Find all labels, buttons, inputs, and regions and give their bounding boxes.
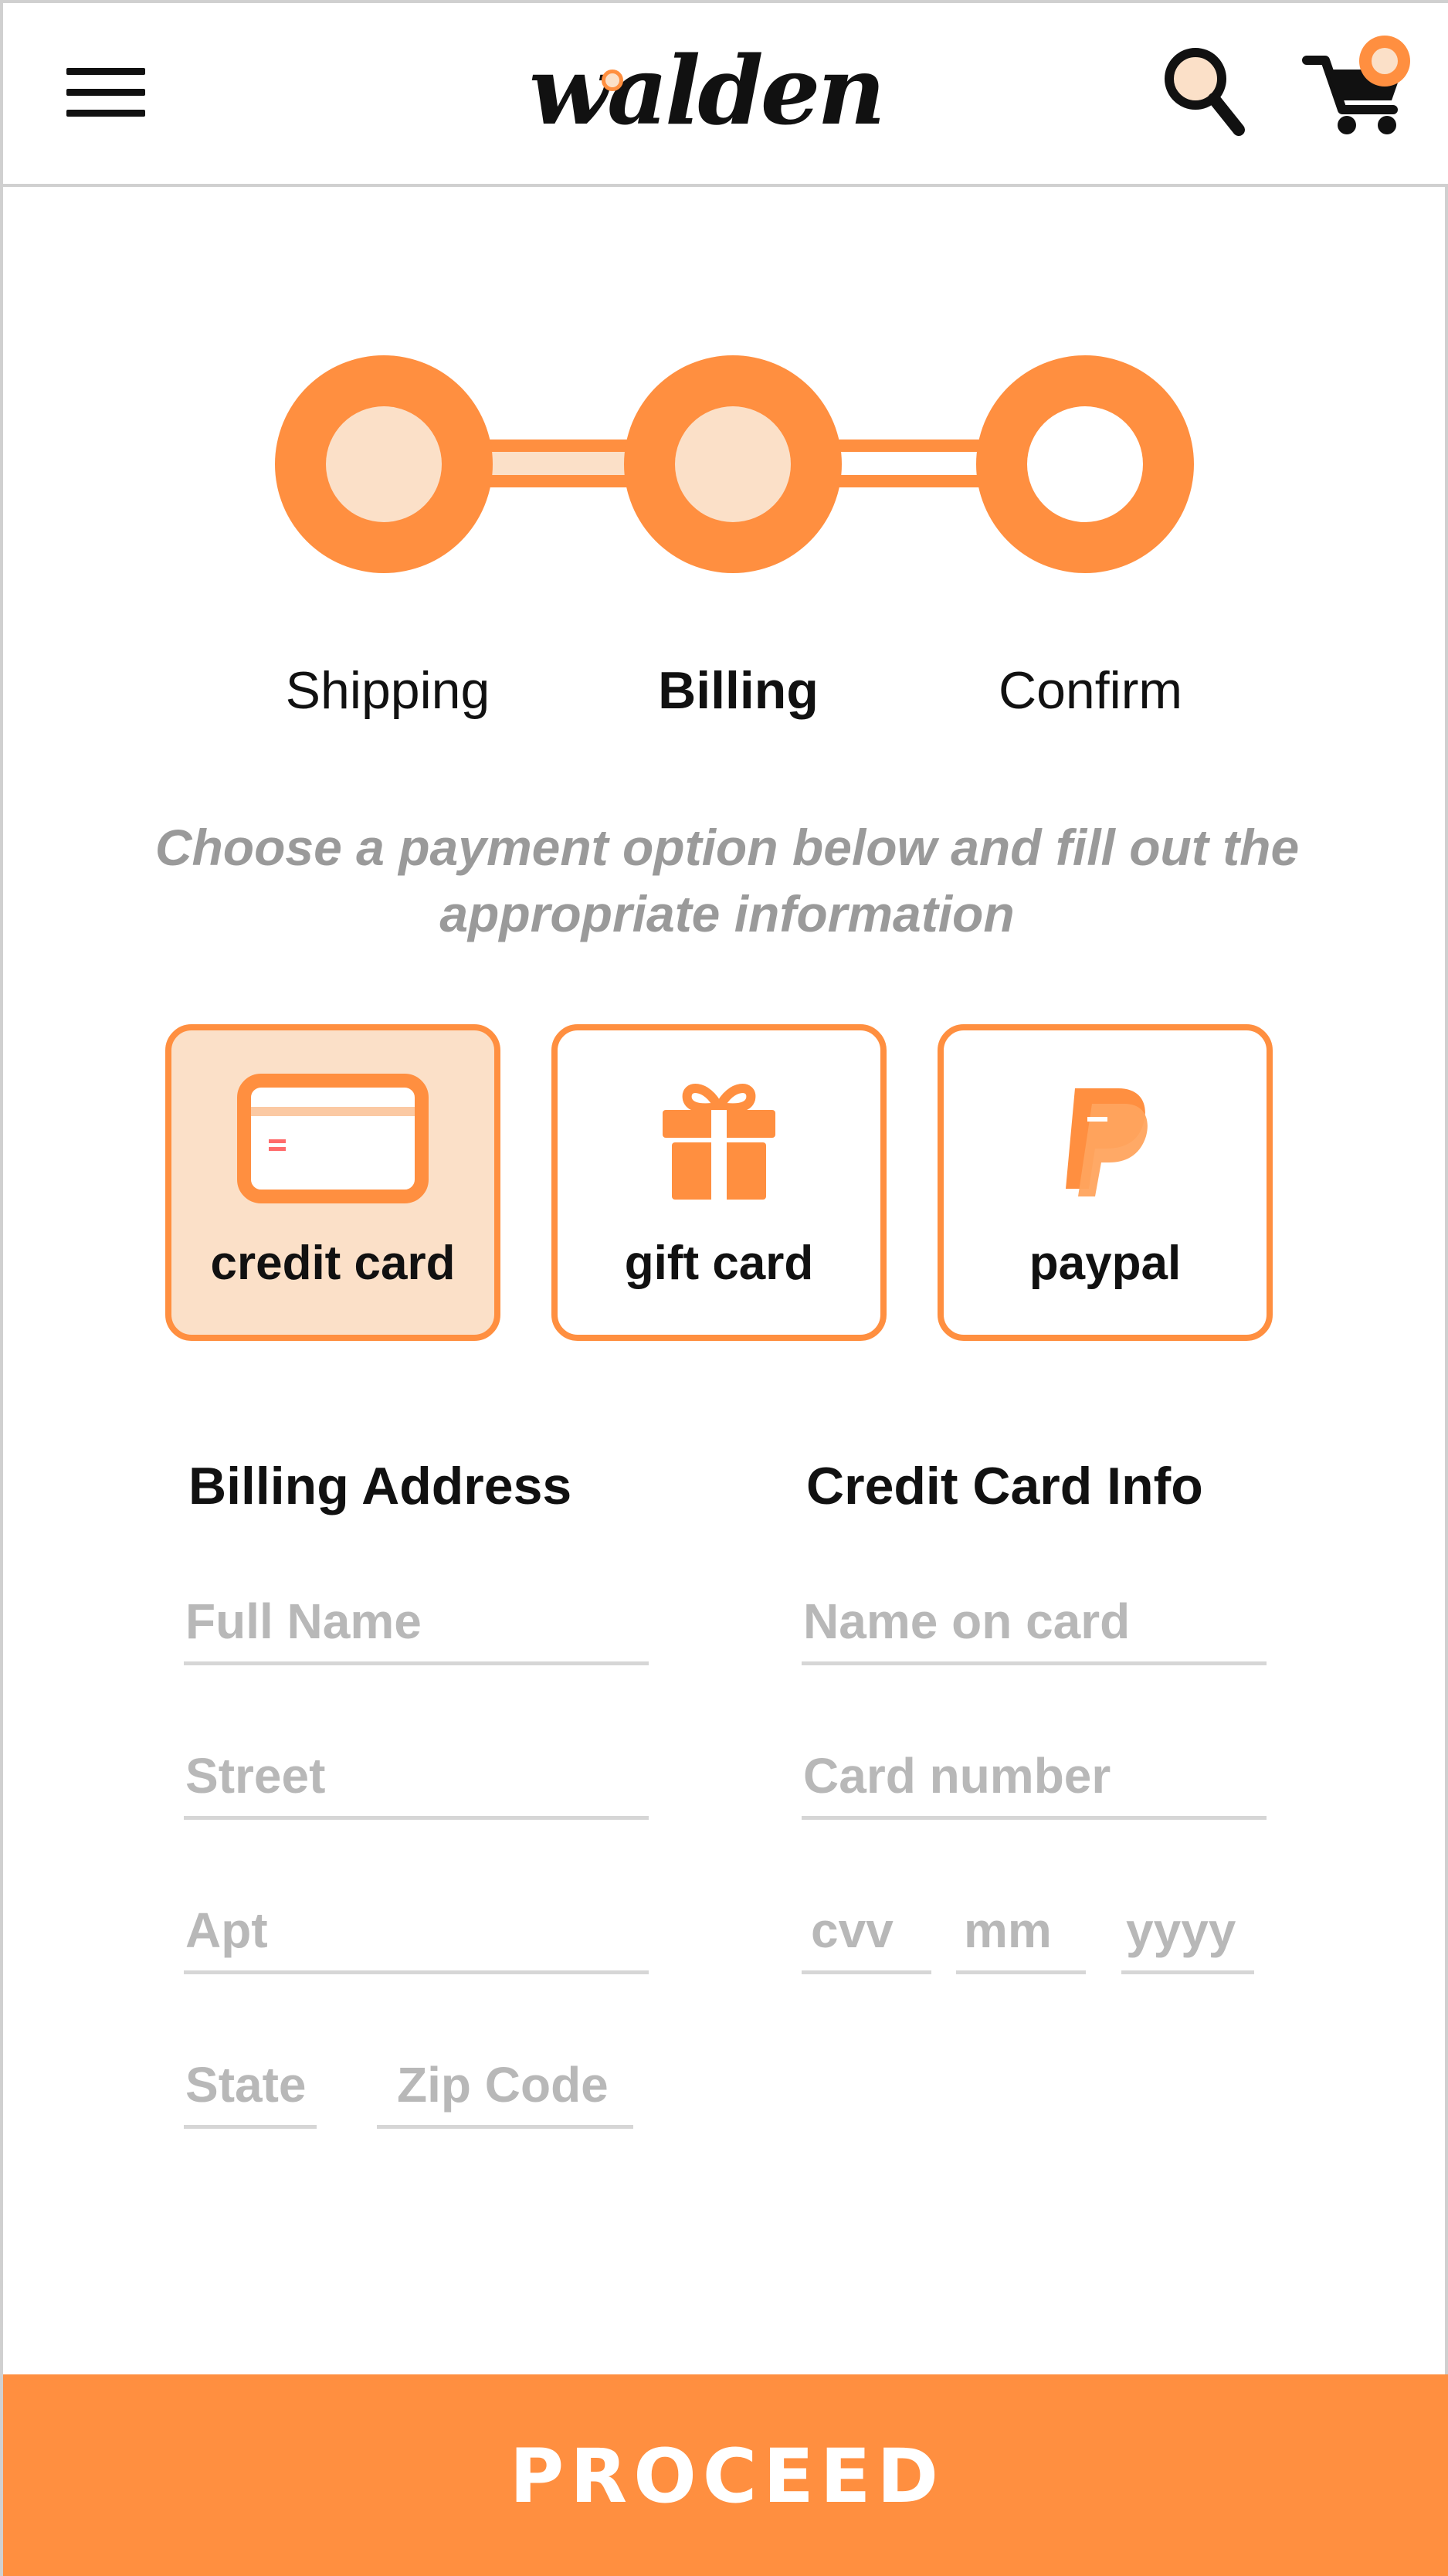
payment-option-credit-card[interactable]: credit card (165, 1024, 500, 1341)
search-icon[interactable] (1160, 43, 1245, 141)
zip-code-field[interactable] (377, 2044, 633, 2129)
top-header: walden (3, 3, 1448, 187)
checkout-stepper (3, 343, 1448, 590)
expiry-year-field[interactable] (1121, 1889, 1254, 1974)
payment-option-label: credit card (210, 1237, 456, 1290)
cvv-field[interactable] (802, 1889, 931, 1974)
billing-address-title: Billing Address (188, 1457, 572, 1515)
state-field[interactable] (184, 2044, 317, 2129)
step-label-confirm[interactable]: Confirm (951, 660, 1229, 721)
app-screen: walden Shipping Billing Confirm Choose a… (0, 0, 1448, 2576)
name-on-card-field[interactable] (802, 1580, 1267, 1665)
stepper-connector-upcoming (829, 440, 992, 487)
proceed-button[interactable]: PROCEED (3, 2374, 1448, 2576)
payment-option-paypal[interactable]: paypal (938, 1024, 1273, 1341)
stepper-connector-complete (483, 440, 636, 487)
logo-dot (602, 70, 623, 91)
step-shipping-node[interactable] (275, 355, 493, 573)
card-number-field[interactable] (802, 1735, 1267, 1820)
street-field[interactable] (184, 1735, 649, 1820)
full-name-field[interactable] (184, 1580, 649, 1665)
gift-icon (558, 1073, 880, 1204)
step-confirm-node[interactable] (976, 355, 1194, 573)
payment-option-gift-card[interactable]: gift card (551, 1024, 887, 1341)
payment-option-label: paypal (1029, 1237, 1182, 1290)
cart-badge (1359, 36, 1410, 87)
step-billing-node[interactable] (624, 355, 842, 573)
step-label-shipping[interactable]: Shipping (249, 660, 527, 721)
payment-option-label: gift card (624, 1237, 814, 1290)
step-label-billing[interactable]: Billing (599, 660, 877, 721)
paypal-icon (944, 1073, 1267, 1204)
credit-card-info-title: Credit Card Info (806, 1457, 1203, 1515)
expiry-month-field[interactable] (956, 1889, 1086, 1974)
credit-card-icon (171, 1073, 494, 1204)
brand-logo[interactable]: walden (497, 40, 914, 141)
hamburger-menu-icon[interactable] (66, 68, 145, 117)
payment-instructions: Choose a payment option below and fill o… (154, 819, 1300, 942)
apt-field[interactable] (184, 1889, 649, 1974)
